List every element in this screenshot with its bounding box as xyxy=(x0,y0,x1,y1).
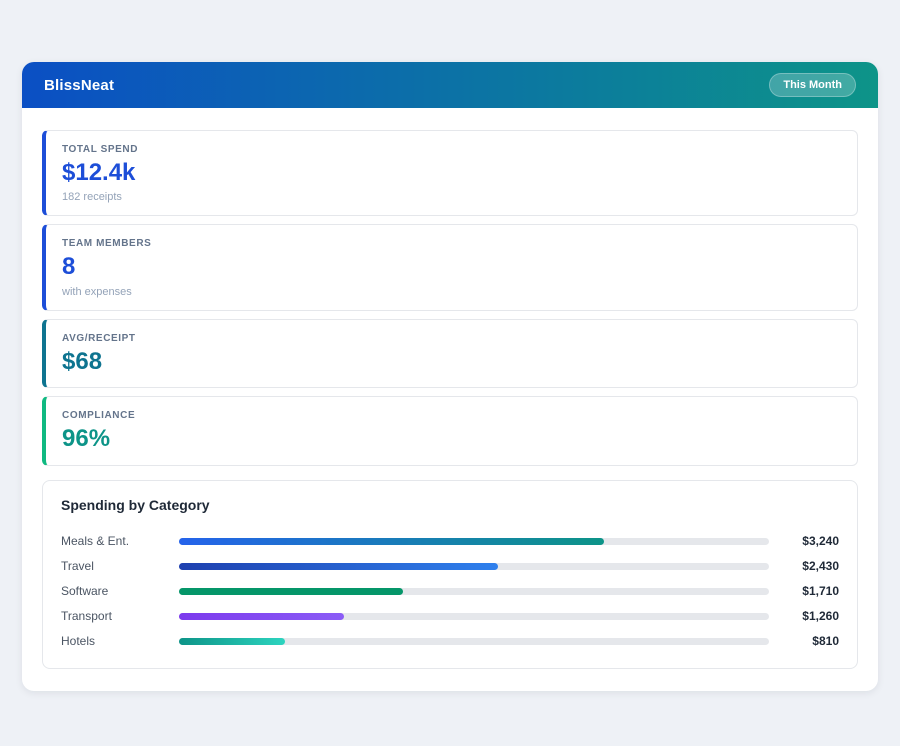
stat-value: $12.4k xyxy=(62,160,841,186)
bar-track xyxy=(179,613,769,620)
bar-fill xyxy=(179,588,403,595)
category-row-hotels: Hotels $810 xyxy=(61,629,839,654)
stat-card-team-members: TEAM MEMBERS 8 with expenses xyxy=(42,224,858,310)
bar-track xyxy=(179,563,769,570)
spending-by-category-chart: Spending by Category Meals & Ent. $3,240… xyxy=(42,480,858,669)
stat-value: 96% xyxy=(62,426,841,452)
bar-track xyxy=(179,538,769,545)
category-value: $3,240 xyxy=(777,534,839,548)
bar-fill xyxy=(179,563,498,570)
category-value: $1,260 xyxy=(777,609,839,623)
stat-card-compliance: COMPLIANCE 96% xyxy=(42,396,858,465)
category-label: Software xyxy=(61,584,179,598)
bar-fill xyxy=(179,638,285,645)
stat-subtext: with expenses xyxy=(62,286,841,298)
category-value: $2,430 xyxy=(777,559,839,573)
bar-fill xyxy=(179,538,604,545)
stat-card-avg-receipt: AVG/RECEIPT $68 xyxy=(42,319,858,388)
stat-label: TEAM MEMBERS xyxy=(62,238,841,249)
category-row-travel: Travel $2,430 xyxy=(61,554,839,579)
category-row-software: Software $1,710 xyxy=(61,579,839,604)
dashboard-body: TOTAL SPEND $12.4k 182 receipts TEAM MEM… xyxy=(22,108,878,691)
app-header: BlissNeat This Month xyxy=(22,62,878,108)
stat-card-total-spend: TOTAL SPEND $12.4k 182 receipts xyxy=(42,130,858,216)
category-label: Travel xyxy=(61,559,179,573)
bar-fill xyxy=(179,613,344,620)
dashboard-card: BlissNeat This Month TOTAL SPEND $12.4k … xyxy=(22,62,878,691)
stat-label: AVG/RECEIPT xyxy=(62,333,841,344)
category-value: $810 xyxy=(777,634,839,648)
category-value: $1,710 xyxy=(777,584,839,598)
category-label: Transport xyxy=(61,609,179,623)
bar-track xyxy=(179,588,769,595)
category-label: Meals & Ent. xyxy=(61,534,179,548)
stat-label: COMPLIANCE xyxy=(62,410,841,421)
period-badge[interactable]: This Month xyxy=(769,73,856,97)
bar-track xyxy=(179,638,769,645)
chart-title: Spending by Category xyxy=(61,497,839,513)
category-label: Hotels xyxy=(61,634,179,648)
stat-value: $68 xyxy=(62,349,841,375)
category-row-meals: Meals & Ent. $3,240 xyxy=(61,529,839,554)
app-title: BlissNeat xyxy=(44,77,114,94)
category-row-transport: Transport $1,260 xyxy=(61,604,839,629)
stat-label: TOTAL SPEND xyxy=(62,144,841,155)
stat-value: 8 xyxy=(62,254,841,280)
stat-subtext: 182 receipts xyxy=(62,191,841,203)
